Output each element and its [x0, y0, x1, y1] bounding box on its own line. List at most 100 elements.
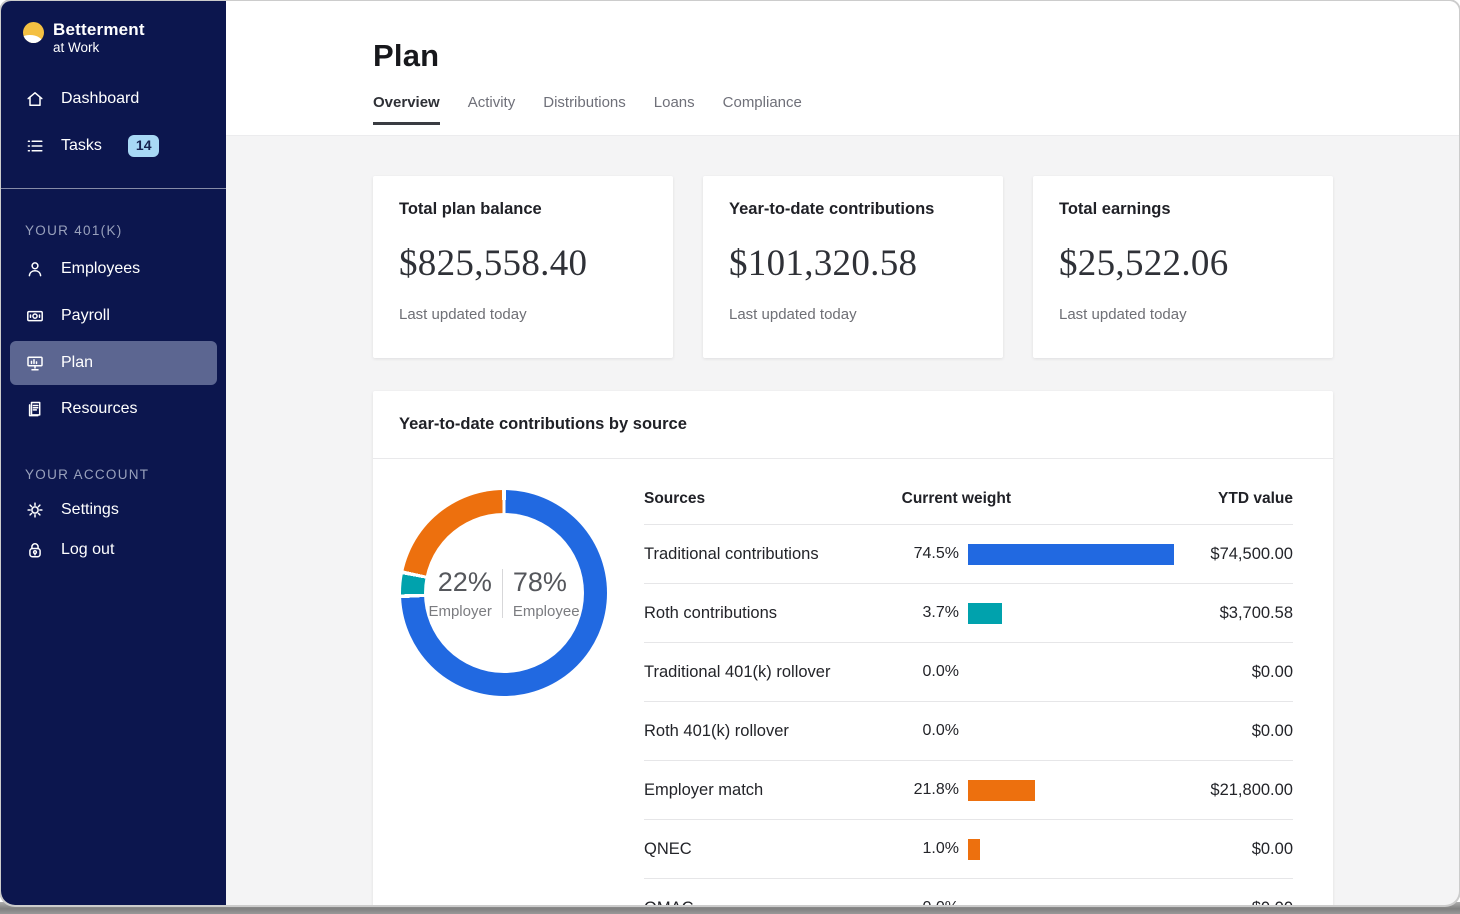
list-icon: [25, 136, 45, 156]
sidebar-item-label: Settings: [61, 501, 119, 519]
contributions-by-source-card: Year-to-date contributions by source 22%…: [373, 391, 1333, 905]
weight-value: 0.0%: [882, 899, 959, 905]
stat-value: $825,558.40: [399, 242, 647, 285]
sources-table: Sources Current weight YTD value Traditi…: [644, 459, 1293, 905]
weight-bar: [968, 780, 1035, 801]
stat-cards-row: Total plan balance $825,558.40 Last upda…: [373, 176, 1333, 358]
weight-bar: [968, 839, 980, 860]
source-label: Traditional contributions: [644, 545, 882, 564]
person-icon: [25, 259, 45, 279]
stat-card-ytd-contributions: Year-to-date contributions $101,320.58 L…: [703, 176, 1003, 358]
brand-subtitle: at Work: [53, 41, 145, 56]
table-row: Roth contributions 3.7% $3,700.58: [644, 584, 1293, 643]
weight-value: 21.8%: [882, 781, 959, 799]
column-header-current-weight: Current weight: [882, 490, 1011, 508]
brand-logo: Betterment at Work: [1, 1, 226, 56]
stat-value: $25,522.06: [1059, 242, 1307, 285]
page-header: Plan Overview Activity Distributions Loa…: [226, 1, 1459, 136]
betterment-logo-icon: [23, 22, 44, 43]
weight-value: 3.7%: [882, 604, 959, 622]
stat-value: $101,320.58: [729, 242, 977, 285]
employee-percent: 78%: [513, 567, 567, 598]
page-title: Plan: [373, 1, 1459, 74]
ytd-value: $0.00: [1207, 840, 1293, 859]
main-area: Plan Overview Activity Distributions Loa…: [226, 1, 1459, 905]
ytd-value: $0.00: [1207, 899, 1293, 906]
ytd-value: $3,700.58: [1207, 604, 1293, 623]
stat-title: Year-to-date contributions: [729, 200, 977, 219]
table-row: Employer match 21.8% $21,800.00: [644, 761, 1293, 820]
sidebar-item-logout[interactable]: Log out: [1, 530, 226, 570]
table-row: Traditional 401(k) rollover 0.0% $0.00: [644, 643, 1293, 702]
source-label: Roth contributions: [644, 604, 882, 623]
source-label: QNEC: [644, 840, 882, 859]
table-row: Roth 401(k) rollover 0.0% $0.00: [644, 702, 1293, 761]
weight-value: 74.5%: [882, 545, 959, 563]
stat-card-total-plan-balance: Total plan balance $825,558.40 Last upda…: [373, 176, 673, 358]
tasks-count-badge: 14: [128, 135, 160, 157]
sidebar-item-label: Tasks: [61, 137, 102, 155]
sidebar-item-label: Log out: [61, 541, 114, 559]
employee-label: Employee: [513, 603, 580, 620]
lock-icon: [25, 540, 45, 560]
tab-distributions[interactable]: Distributions: [543, 94, 626, 125]
app-frame: Betterment at Work Dashboard Tasks 14: [1, 1, 1459, 905]
tab-overview[interactable]: Overview: [373, 94, 440, 125]
table-row: Traditional contributions 74.5% $74,500.…: [644, 525, 1293, 584]
source-label: Roth 401(k) rollover: [644, 722, 882, 741]
sidebar-item-label: Payroll: [61, 307, 110, 325]
sidebar-item-label: Resources: [61, 400, 137, 418]
card-title: Year-to-date contributions by source: [373, 391, 1333, 459]
sidebar-item-employees[interactable]: Employees: [1, 246, 226, 293]
sidebar-item-plan[interactable]: Plan: [10, 341, 217, 385]
sidebar-item-dashboard[interactable]: Dashboard: [1, 76, 226, 123]
cash-icon: [25, 306, 45, 326]
sidebar-item-payroll[interactable]: Payroll: [1, 293, 226, 340]
brand-name: Betterment: [53, 21, 145, 40]
sidebar-section-account: YOUR ACCOUNT: [25, 467, 226, 482]
ytd-value: $21,800.00: [1207, 781, 1293, 800]
table-header-row: Sources Current weight YTD value: [644, 459, 1293, 525]
sidebar-section-401k: YOUR 401(K): [25, 223, 226, 238]
source-label: Employer match: [644, 781, 882, 800]
column-header-ytd-value: YTD value: [1011, 490, 1293, 508]
sidebar-item-tasks[interactable]: Tasks 14: [1, 123, 226, 170]
sidebar-item-label: Plan: [61, 354, 93, 372]
home-icon: [25, 89, 45, 109]
stat-card-total-earnings: Total earnings $25,522.06 Last updated t…: [1033, 176, 1333, 358]
sidebar-item-label: Employees: [61, 260, 140, 278]
stat-note: Last updated today: [729, 306, 977, 323]
sidebar-divider: [1, 188, 226, 189]
donut-center: 22% Employer 78% Employee: [424, 513, 584, 673]
gear-icon: [25, 500, 45, 520]
tab-compliance[interactable]: Compliance: [723, 94, 802, 125]
weight-value: 0.0%: [882, 663, 959, 681]
app-window: Betterment at Work Dashboard Tasks 14: [0, 0, 1460, 914]
page-content: Total plan balance $825,558.40 Last upda…: [226, 136, 1459, 905]
presentation-icon: [25, 353, 45, 373]
weight-bar: [968, 544, 1174, 565]
tab-loans[interactable]: Loans: [654, 94, 695, 125]
employer-label: Employer: [428, 603, 491, 620]
document-icon: [25, 399, 45, 419]
sidebar-item-label: Dashboard: [61, 90, 139, 108]
weight-value: 0.0%: [882, 722, 959, 740]
employer-percent: 22%: [438, 567, 492, 598]
stat-note: Last updated today: [399, 306, 647, 323]
source-label: Traditional 401(k) rollover: [644, 663, 882, 682]
stat-title: Total plan balance: [399, 200, 647, 219]
ytd-value: $0.00: [1207, 663, 1293, 682]
weight-value: 1.0%: [882, 840, 959, 858]
table-row: QMAC 0.0% $0.00: [644, 879, 1293, 905]
contributions-donut-chart: 22% Employer 78% Employee: [401, 490, 607, 696]
column-header-sources: Sources: [644, 490, 882, 508]
sidebar-item-resources[interactable]: Resources: [1, 386, 226, 433]
stat-title: Total earnings: [1059, 200, 1307, 219]
ytd-value: $0.00: [1207, 722, 1293, 741]
stat-note: Last updated today: [1059, 306, 1307, 323]
sidebar-item-settings[interactable]: Settings: [1, 490, 226, 530]
tab-activity[interactable]: Activity: [468, 94, 516, 125]
source-label: QMAC: [644, 899, 882, 906]
ytd-value: $74,500.00: [1207, 545, 1293, 564]
weight-bar: [968, 603, 1002, 624]
